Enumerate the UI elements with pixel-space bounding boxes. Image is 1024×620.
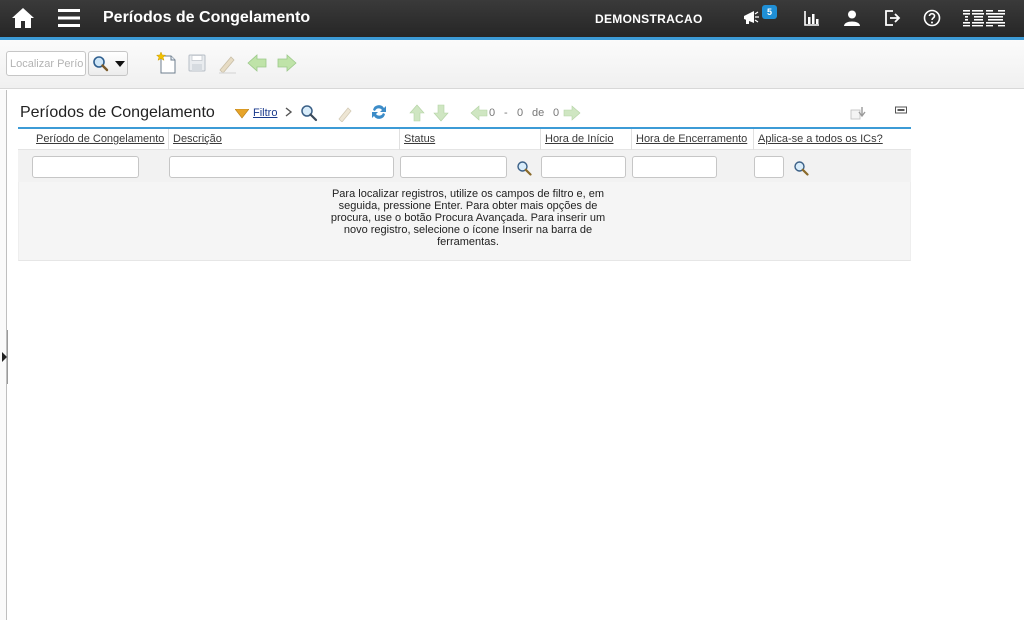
arrow-up-icon[interactable] [408,104,426,122]
filter-description-input[interactable] [169,156,394,178]
search-options-dropdown[interactable] [88,51,128,76]
chart-icon[interactable] [802,8,822,28]
collapse-section-icon[interactable] [895,106,907,114]
empty-table-message: Para localizar registros, utilize os cam… [330,188,606,248]
column-separator [399,129,400,150]
column-header-status[interactable]: Status [404,133,435,145]
edit-icon[interactable] [336,104,354,122]
filter-row [18,150,911,182]
pager-start: 0 [489,107,496,119]
advanced-search-icon[interactable] [300,104,318,122]
column-header-row: Período de Congelamento Descrição Status… [18,129,911,150]
filter-status-input[interactable] [400,156,507,178]
megaphone-icon[interactable] [742,8,762,28]
menu-icon[interactable] [57,7,81,29]
applies-all-lookup-icon[interactable] [793,160,809,176]
save-icon[interactable] [186,52,208,74]
help-icon[interactable] [922,8,942,28]
filter-end-time-input[interactable] [632,156,717,178]
column-separator [540,129,541,150]
filter-link[interactable]: Filtro [253,107,277,119]
chevron-down-icon [115,61,125,67]
pager-of-label: de [532,107,545,119]
column-separator [631,129,632,150]
clear-changes-icon[interactable] [216,52,238,74]
logout-icon[interactable] [882,8,902,28]
toolbar [0,40,1024,89]
column-header-end-time[interactable]: Hora de Encerramento [636,133,747,145]
filter-start-time-input[interactable] [541,156,626,178]
previous-record-icon[interactable] [246,52,268,74]
next-record-icon[interactable] [276,52,298,74]
quick-search-input[interactable] [6,51,86,76]
arrow-down-icon[interactable] [432,104,450,122]
column-header-period[interactable]: Período de Congelamento [36,133,164,145]
filter-period-input[interactable] [32,156,139,178]
status-lookup-icon[interactable] [516,160,532,176]
column-separator [168,129,169,150]
column-header-applies-all-cis[interactable]: Aplica-se a todos os ICs? [758,133,883,145]
app-title: Períodos de Congelamento [103,9,311,26]
records-table-section: Períodos de Congelamento Filtro 0 - 0 de… [18,96,911,261]
filter-applies-all-input[interactable] [754,156,784,178]
notification-badge[interactable]: 5 [762,5,777,19]
chevron-right-icon[interactable] [285,107,293,117]
user-icon[interactable] [842,8,862,28]
column-separator [753,129,754,150]
top-navigation-bar: Períodos de Congelamento DEMONSTRACAO 5 [0,0,1024,37]
new-record-icon[interactable] [156,52,178,74]
pager-separator: - [504,107,508,119]
user-name: DEMONSTRACAO [595,12,703,26]
home-icon[interactable] [11,6,35,30]
filter-icon[interactable] [235,109,249,119]
empty-table-message-area: Para localizar registros, utilize os cam… [18,182,911,261]
download-icon[interactable] [850,105,866,121]
table-title: Períodos de Congelamento [20,104,215,121]
expand-arrow-icon[interactable] [2,352,7,362]
column-header-description[interactable]: Descrição [173,133,222,145]
refresh-icon[interactable] [370,103,388,121]
pager-total: 0 [553,107,560,119]
next-page-icon[interactable] [563,104,581,122]
column-header-start-time[interactable]: Hora de Início [545,133,613,145]
search-icon [93,56,109,72]
previous-page-icon[interactable] [470,104,488,122]
ibm-logo [963,10,1005,27]
pager-end: 0 [517,107,524,119]
